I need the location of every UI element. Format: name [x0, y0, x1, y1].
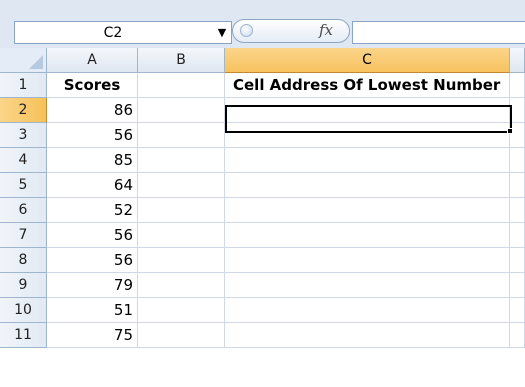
- row-header-3[interactable]: 3: [0, 123, 47, 148]
- column-header-c[interactable]: C: [225, 48, 510, 73]
- cell-c11[interactable]: [225, 323, 510, 348]
- cell-c7[interactable]: [225, 223, 510, 248]
- cell-a10[interactable]: 51: [47, 298, 138, 323]
- cell-b9[interactable]: [138, 273, 225, 298]
- formula-bar-grip-icon[interactable]: [240, 24, 253, 37]
- column-header-b[interactable]: B: [138, 48, 225, 73]
- cell-c6[interactable]: [225, 198, 510, 223]
- cell-b1[interactable]: [138, 73, 225, 98]
- column-header-a[interactable]: A: [47, 48, 138, 73]
- cell-c10[interactable]: [225, 298, 510, 323]
- cell-a7[interactable]: 56: [47, 223, 138, 248]
- cell-d3[interactable]: [510, 123, 525, 148]
- cell-d5[interactable]: [510, 173, 525, 198]
- row-header-1[interactable]: 1: [0, 73, 47, 98]
- cell-a9[interactable]: 79: [47, 273, 138, 298]
- formula-input[interactable]: [352, 21, 525, 44]
- cell-c3[interactable]: [225, 123, 510, 148]
- cell-d9[interactable]: [510, 273, 525, 298]
- cell-c2[interactable]: [225, 98, 510, 123]
- cell-d8[interactable]: [510, 248, 525, 273]
- cell-d1[interactable]: [510, 73, 525, 98]
- cell-b3[interactable]: [138, 123, 225, 148]
- column-header-d-partial[interactable]: [510, 48, 525, 73]
- formula-bar-area: C2 ▼ fx: [0, 0, 525, 49]
- name-box[interactable]: C2 ▼: [14, 21, 232, 44]
- cell-c9[interactable]: [225, 273, 510, 298]
- cell-c5[interactable]: [225, 173, 510, 198]
- cell-c4[interactable]: [225, 148, 510, 173]
- cell-a1[interactable]: Scores: [47, 73, 138, 98]
- row-header-8[interactable]: 8: [0, 248, 47, 273]
- cell-b2[interactable]: [138, 98, 225, 123]
- cell-a8[interactable]: 56: [47, 248, 138, 273]
- cell-b4[interactable]: [138, 148, 225, 173]
- row-header-10[interactable]: 10: [0, 298, 47, 323]
- fill-handle[interactable]: [507, 128, 513, 134]
- select-all-button[interactable]: [0, 48, 47, 73]
- cell-a2[interactable]: 86: [47, 98, 138, 123]
- cell-d7[interactable]: [510, 223, 525, 248]
- cell-d4[interactable]: [510, 148, 525, 173]
- cell-c8[interactable]: [225, 248, 510, 273]
- name-box-dropdown-icon[interactable]: ▼: [215, 26, 229, 40]
- cell-d2[interactable]: [510, 98, 525, 123]
- cell-b7[interactable]: [138, 223, 225, 248]
- row-header-11[interactable]: 11: [0, 323, 47, 348]
- select-all-triangle-icon: [29, 55, 43, 69]
- row-header-2[interactable]: 2: [0, 98, 47, 123]
- row-header-9[interactable]: 9: [0, 273, 47, 298]
- row-header-4[interactable]: 4: [0, 148, 47, 173]
- formula-controls-capsule: fx: [232, 19, 350, 43]
- cell-b11[interactable]: [138, 323, 225, 348]
- cell-d10[interactable]: [510, 298, 525, 323]
- row-header-6[interactable]: 6: [0, 198, 47, 223]
- cell-d11[interactable]: [510, 323, 525, 348]
- row-header-5[interactable]: 5: [0, 173, 47, 198]
- cell-d6[interactable]: [510, 198, 525, 223]
- spreadsheet-grid: A B C 1 Scores Cell Address Of Lowest Numb…: [0, 48, 525, 387]
- row-header-7[interactable]: 7: [0, 223, 47, 248]
- cell-a6[interactable]: 52: [47, 198, 138, 223]
- formula-controls: fx: [232, 17, 352, 45]
- cell-a3[interactable]: 56: [47, 123, 138, 148]
- cell-b10[interactable]: [138, 298, 225, 323]
- name-box-value: C2: [103, 25, 123, 41]
- cell-b6[interactable]: [138, 198, 225, 223]
- cell-b5[interactable]: [138, 173, 225, 198]
- cell-c1[interactable]: Cell Address Of Lowest Number: [225, 73, 510, 98]
- cell-a5[interactable]: 64: [47, 173, 138, 198]
- cell-a11[interactable]: 75: [47, 323, 138, 348]
- cell-b8[interactable]: [138, 248, 225, 273]
- insert-function-icon[interactable]: fx: [319, 21, 333, 39]
- cell-a4[interactable]: 85: [47, 148, 138, 173]
